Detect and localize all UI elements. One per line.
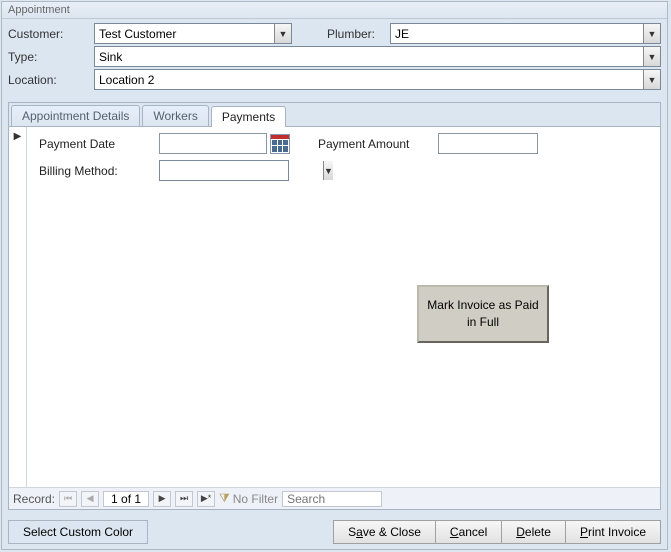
tab-workers[interactable]: Workers — [142, 105, 208, 126]
search-input[interactable] — [282, 491, 382, 507]
filter-indicator[interactable]: ⧩ No Filter — [219, 491, 278, 506]
plumber-combo[interactable]: ▼ — [390, 23, 661, 44]
payments-form: Payment Date Payment Amount Billing Meth… — [27, 127, 660, 487]
funnel-icon: ⧩ — [219, 491, 230, 506]
tab-strip: Appointment Details Workers Payments — [9, 103, 660, 127]
record-label: Record: — [13, 492, 55, 506]
calendar-icon[interactable] — [270, 134, 290, 154]
filter-text: No Filter — [233, 492, 278, 506]
record-position[interactable] — [103, 491, 149, 507]
dropdown-icon[interactable]: ▼ — [643, 47, 660, 66]
plumber-input[interactable] — [391, 24, 643, 43]
print-invoice-button[interactable]: Print Invoice — [565, 520, 661, 544]
type-input[interactable] — [95, 47, 643, 66]
plumber-label: Plumber: — [312, 27, 390, 41]
tab-body: ▶ Payment Date Payment Amount Billing Me… — [9, 127, 660, 487]
customer-combo[interactable]: ▼ — [94, 23, 292, 44]
type-combo[interactable]: ▼ — [94, 46, 661, 67]
appointment-window: Appointment Customer: ▼ Plumber: ▼ Type:… — [1, 1, 668, 550]
delete-button[interactable]: Delete — [501, 520, 566, 544]
payment-date-label: Payment Date — [39, 137, 159, 151]
dropdown-icon[interactable]: ▼ — [274, 24, 291, 43]
record-navigation: Record: ⏮ ◀ ▶ ⏭ ▶* ⧩ No Filter — [9, 487, 660, 509]
select-custom-color-button[interactable]: Select Custom Color — [8, 520, 148, 544]
tab-payments[interactable]: Payments — [211, 106, 286, 127]
nav-prev-button[interactable]: ◀ — [81, 491, 99, 507]
tab-appointment-details[interactable]: Appointment Details — [11, 105, 140, 126]
dropdown-icon[interactable]: ▼ — [643, 70, 660, 89]
billing-method-combo[interactable]: ▼ — [159, 160, 289, 181]
nav-new-button[interactable]: ▶* — [197, 491, 215, 507]
save-close-button[interactable]: Save & Close — [333, 520, 436, 544]
customer-input[interactable] — [95, 24, 274, 43]
mark-paid-button[interactable]: Mark Invoice as Paid in Full — [417, 285, 549, 343]
location-combo[interactable]: ▼ — [94, 69, 661, 90]
nav-last-button[interactable]: ⏭ — [175, 491, 193, 507]
dropdown-icon[interactable]: ▼ — [643, 24, 660, 43]
tab-container: Appointment Details Workers Payments ▶ P… — [8, 102, 661, 510]
record-selector[interactable]: ▶ — [9, 127, 27, 487]
billing-method-label: Billing Method: — [39, 164, 159, 178]
location-label: Location: — [8, 73, 94, 87]
header-form: Customer: ▼ Plumber: ▼ Type: ▼ Location: — [2, 19, 667, 96]
cancel-button[interactable]: Cancel — [435, 520, 502, 544]
nav-first-button[interactable]: ⏮ — [59, 491, 77, 507]
footer: Select Custom Color Save & Close Cancel … — [2, 516, 667, 548]
payment-amount-input[interactable] — [438, 133, 538, 154]
payment-amount-label: Payment Amount — [318, 137, 438, 151]
customer-label: Customer: — [8, 27, 94, 41]
billing-method-input[interactable] — [160, 161, 323, 180]
payment-date-input[interactable] — [159, 133, 267, 154]
window-title: Appointment — [2, 2, 667, 19]
dropdown-icon[interactable]: ▼ — [323, 161, 333, 180]
type-label: Type: — [8, 50, 94, 64]
nav-next-button[interactable]: ▶ — [153, 491, 171, 507]
location-input[interactable] — [95, 70, 643, 89]
